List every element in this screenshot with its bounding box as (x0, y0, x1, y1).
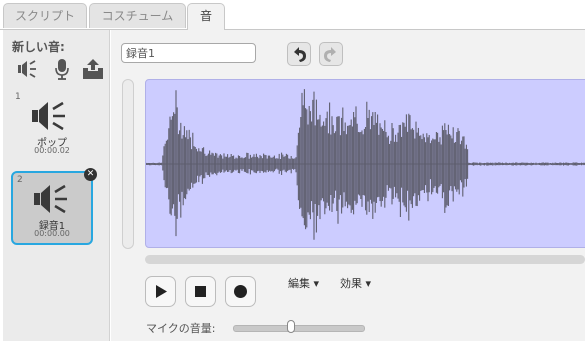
redo-button[interactable] (319, 42, 343, 66)
speaker-icon (34, 184, 67, 214)
tab-bar: スクリプト コスチューム 音 (0, 0, 585, 30)
mic-volume-slider-track[interactable] (233, 325, 365, 332)
sound-item-recording1[interactable]: 2 ✕ 録音1 00:00.00 (11, 168, 97, 245)
speaker-icon (32, 101, 65, 131)
sound-item-duration: 00:00.02 (34, 146, 70, 155)
waveform-canvas[interactable] (145, 79, 585, 248)
sound-name-input[interactable] (121, 43, 256, 63)
record-button[interactable] (225, 276, 256, 307)
stop-button[interactable] (185, 276, 216, 307)
play-icon (156, 285, 167, 298)
undo-icon (294, 47, 306, 62)
sound-editor: 編集 ▾ 効果 ▾ マイクの音量: (111, 30, 585, 341)
tab-scripts-label: スクリプト (14, 9, 75, 23)
waveform-samples (146, 89, 585, 240)
new-sound-icons (16, 58, 106, 82)
tab-sounds[interactable]: 音 (187, 3, 225, 30)
tab-costumes[interactable]: コスチューム (89, 3, 186, 28)
new-sound-label: 新しい音: (12, 40, 65, 54)
sound-list-panel: 新しい音: 1 ポップ 00:00.02 2 ✕ 録音1 00:00.00 (3, 30, 110, 341)
waveform-plot (146, 89, 585, 240)
tab-costumes-label: コスチューム (101, 9, 174, 23)
sound-item-duration: 00:00.00 (34, 229, 70, 238)
mic-volume-label: マイクの音量: (146, 322, 216, 335)
tab-sounds-label: 音 (199, 9, 212, 23)
stop-icon (195, 286, 206, 297)
vertical-zoom-scrollbar[interactable] (122, 79, 134, 249)
play-button[interactable] (145, 276, 176, 307)
sound-item-pop[interactable]: 1 ポップ 00:00.02 (11, 90, 93, 164)
record-microphone-icon[interactable] (51, 58, 73, 80)
effects-menu[interactable]: 効果 ▾ (340, 275, 371, 291)
tab-scripts[interactable]: スクリプト (3, 3, 87, 28)
delete-sound-button[interactable]: ✕ (84, 168, 97, 181)
horizontal-scrollbar[interactable] (145, 255, 585, 264)
redo-icon (324, 47, 336, 62)
sound-library-icon[interactable] (16, 58, 38, 80)
mic-volume-slider-thumb[interactable] (286, 320, 295, 333)
sound-item-number: 2 (17, 175, 23, 185)
undo-button[interactable] (287, 42, 311, 66)
upload-sound-icon[interactable] (82, 58, 104, 80)
record-icon (234, 285, 247, 298)
edit-menu[interactable]: 編集 ▾ (288, 275, 319, 291)
sound-item-number: 1 (15, 92, 21, 102)
